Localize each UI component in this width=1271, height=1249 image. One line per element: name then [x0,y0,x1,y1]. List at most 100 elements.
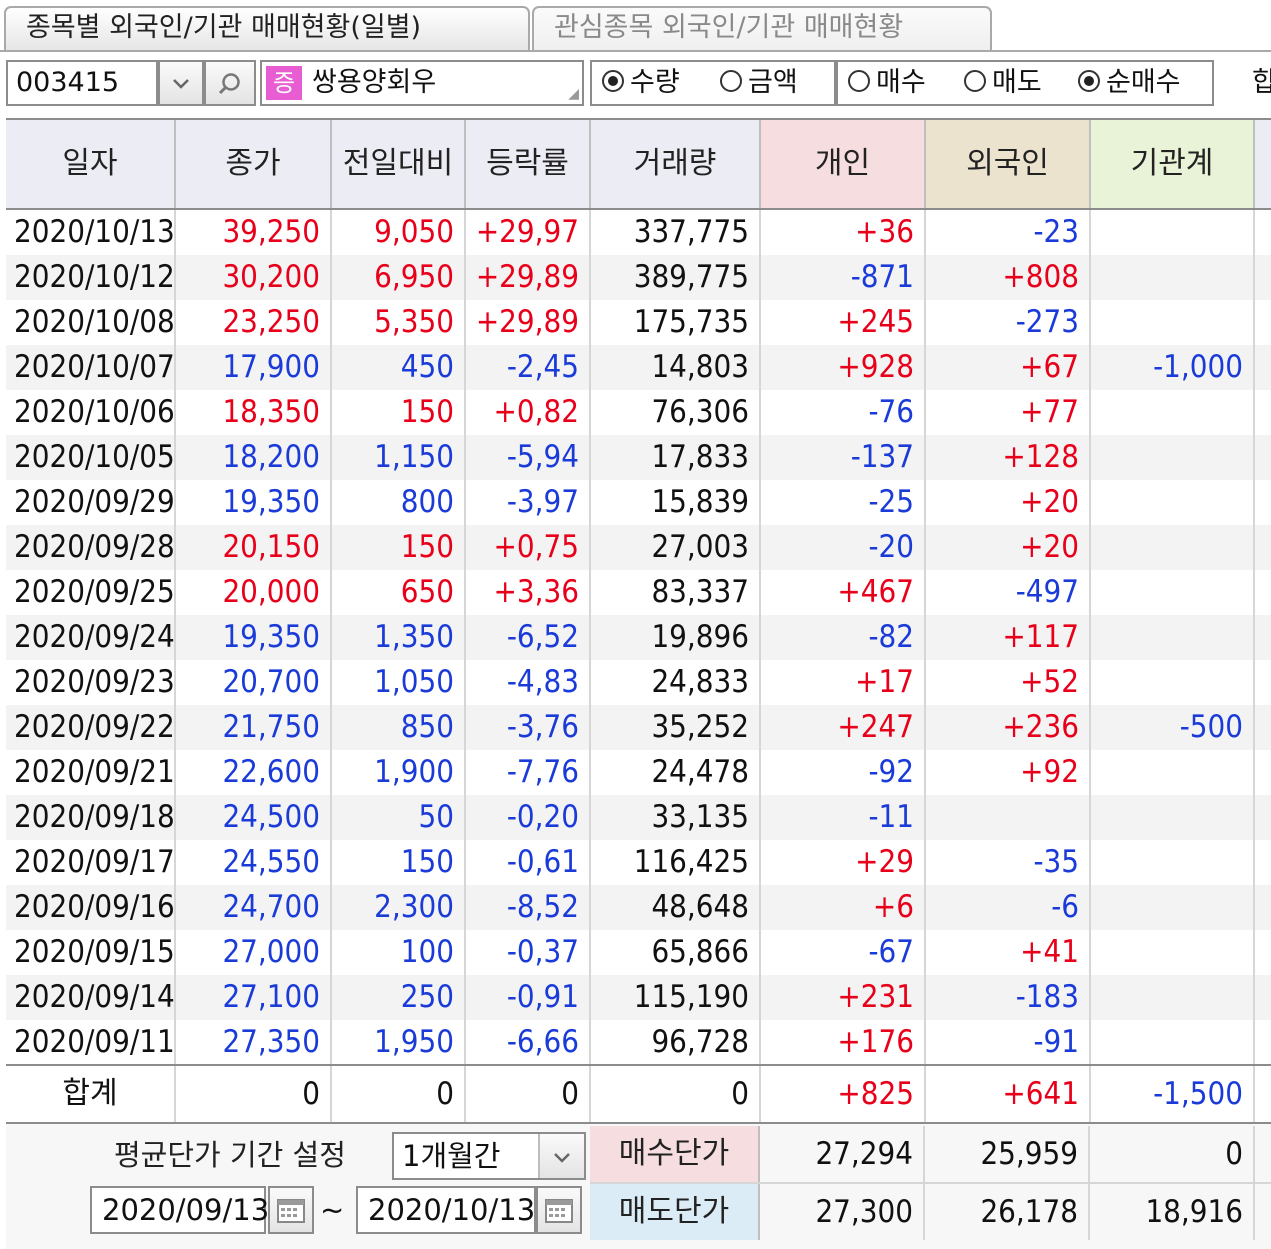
cell-date: 2020/09/14 [6,975,176,1020]
table-row[interactable]: 2020/10/12 30,200 6,950 +29,89 389,775 -871 +8… [6,255,1271,300]
cell-foreign: +92 [926,750,1091,795]
search-button[interactable] [204,60,256,106]
radio-amount[interactable]: 금액 [720,62,798,104]
toolbar: 003415 증 쌍용양회우 ◢ 수량 금액 매수 매도 순매수 합 [0,58,1271,110]
table-row[interactable]: 2020/10/13 39,250 9,050 +29,97 337,775 +36 -23 [6,210,1271,255]
cell-rate: +3,36 [466,570,591,615]
table-row[interactable]: 2020/10/06 18,350 150 +0,82 76,306 -76 +77 [6,390,1271,435]
table-row[interactable]: 2020/09/16 24,700 2,300 -8,52 48,648 +6 -6 [6,885,1271,930]
cell-foreign: +52 [926,660,1091,705]
period-select-value: 1개월간 [402,1139,501,1173]
total-volume: 0 [591,1066,761,1122]
cell-volume: 48,648 [591,885,761,930]
truncated-button-label[interactable]: 합 [1252,60,1271,106]
header-date[interactable]: 일자 [6,120,176,208]
cell-overflow [1255,390,1271,435]
cell-change: 50 [332,795,466,840]
cell-rate: -3,97 [466,480,591,525]
table-row[interactable]: 2020/09/28 20,150 150 +0,75 27,003 -20 +20 [6,525,1271,570]
cell-change: 2,300 [332,885,466,930]
header-rate[interactable]: 등락률 [466,120,591,208]
chevron-down-icon[interactable] [538,1134,584,1178]
cell-foreign: +117 [926,615,1091,660]
cell-change: 6,950 [332,255,466,300]
cell-overflow [1255,705,1271,750]
cell-date: 2020/09/25 [6,570,176,615]
start-calendar-button[interactable] [268,1186,314,1234]
end-date-input[interactable]: 2020/10/13 [356,1186,536,1234]
buy-price-foreign: 25,959 [925,1126,1090,1182]
cell-change: 850 [332,705,466,750]
radio-buy[interactable]: 매수 [848,62,926,104]
table-row[interactable]: 2020/10/07 17,900 450 -2,45 14,803 +928 +67 -1,… [6,345,1271,390]
cell-close: 18,350 [176,390,332,435]
cell-volume: 96,728 [591,1020,761,1065]
cell-foreign: -6 [926,885,1091,930]
tab-watchlist-foreign-institution[interactable]: 관심종목 외국인/기관 매매현황 [532,6,992,50]
table-row[interactable]: 2020/09/14 27,100 250 -0,91 115,190 +231 -183 [6,975,1271,1020]
cell-volume: 115,190 [591,975,761,1020]
cell-foreign: -23 [926,210,1091,255]
cell-rate: -5,94 [466,435,591,480]
buy-price-institution: 0 [1090,1126,1255,1182]
cell-overflow [1255,795,1271,840]
cell-overflow [1255,1020,1271,1065]
cell-rate: +29,97 [466,210,591,255]
period-select[interactable]: 1개월간 [392,1132,586,1180]
cell-overflow [1255,435,1271,480]
cell-individual: +6 [761,885,926,930]
total-institution: -1,500 [1091,1066,1255,1122]
cell-individual: +231 [761,975,926,1020]
table-row[interactable]: 2020/09/23 20,700 1,050 -4,83 24,833 +17 +52 [6,660,1271,705]
cell-close: 24,550 [176,840,332,885]
cell-individual: -137 [761,435,926,480]
header-volume[interactable]: 거래량 [591,120,761,208]
radio-quantity[interactable]: 수량 [602,62,680,104]
cell-individual: -11 [761,795,926,840]
table-row[interactable]: 2020/09/21 22,600 1,900 -7,76 24,478 -92 +92 [6,750,1271,795]
cell-rate: -3,76 [466,705,591,750]
tab-daily-foreign-institution[interactable]: 종목별 외국인/기관 매매현황(일별) [4,6,530,50]
sell-price-foreign: 26,178 [925,1184,1090,1240]
table-row[interactable]: 2020/09/17 24,550 150 -0,61 116,425 +29 -35 [6,840,1271,885]
cell-individual: +17 [761,660,926,705]
grid-header: 일자 종가 전일대비 등락률 거래량 개인 외국인 기관계 [6,118,1271,210]
table-row[interactable]: 2020/09/18 24,500 50 -0,20 33,135 -11 [6,795,1271,840]
radio-sell[interactable]: 매도 [964,62,1042,104]
code-dropdown-button[interactable] [158,60,204,106]
cell-overflow [1255,930,1271,975]
cell-close: 30,200 [176,255,332,300]
start-date-input[interactable]: 2020/09/13 [90,1186,269,1234]
header-foreign[interactable]: 외국인 [926,120,1091,208]
cell-institution [1091,300,1255,345]
table-row[interactable]: 2020/09/11 27,350 1,950 -6,66 96,728 +176 -91 [6,1020,1271,1065]
table-row[interactable]: 2020/09/15 27,000 100 -0,37 65,866 -67 +41 [6,930,1271,975]
end-calendar-button[interactable] [536,1186,582,1234]
cell-date: 2020/09/22 [6,705,176,750]
table-row[interactable]: 2020/10/08 23,250 5,350 +29,89 175,735 +245 -2… [6,300,1271,345]
cell-close: 18,200 [176,435,332,480]
stock-code-input[interactable]: 003415 [6,60,158,106]
cell-date: 2020/09/15 [6,930,176,975]
cell-individual: -871 [761,255,926,300]
cell-individual: +36 [761,210,926,255]
cell-change: 800 [332,480,466,525]
cell-institution [1091,975,1255,1020]
radio-net-buy[interactable]: 순매수 [1078,62,1181,104]
cell-rate: -4,83 [466,660,591,705]
table-row[interactable]: 2020/10/05 18,200 1,150 -5,94 17,833 -137 +128 [6,435,1271,480]
header-institution[interactable]: 기관계 [1091,120,1255,208]
table-row[interactable]: 2020/09/29 19,350 800 -3,97 15,839 -25 +20 [6,480,1271,525]
table-row[interactable]: 2020/09/24 19,350 1,350 -6,52 19,896 -82 +117 [6,615,1271,660]
header-close[interactable]: 종가 [176,120,332,208]
cell-close: 22,600 [176,750,332,795]
table-row[interactable]: 2020/09/22 21,750 850 -3,76 35,252 +247 +236 -5… [6,705,1271,750]
table-row[interactable]: 2020/09/25 20,000 650 +3,36 83,337 +467 -497 [6,570,1271,615]
cell-foreign: -183 [926,975,1091,1020]
header-individual[interactable]: 개인 [761,120,926,208]
cell-rate: -0,37 [466,930,591,975]
cell-foreign: -497 [926,570,1091,615]
header-change[interactable]: 전일대비 [332,120,466,208]
cell-individual: +247 [761,705,926,750]
cell-institution [1091,210,1255,255]
